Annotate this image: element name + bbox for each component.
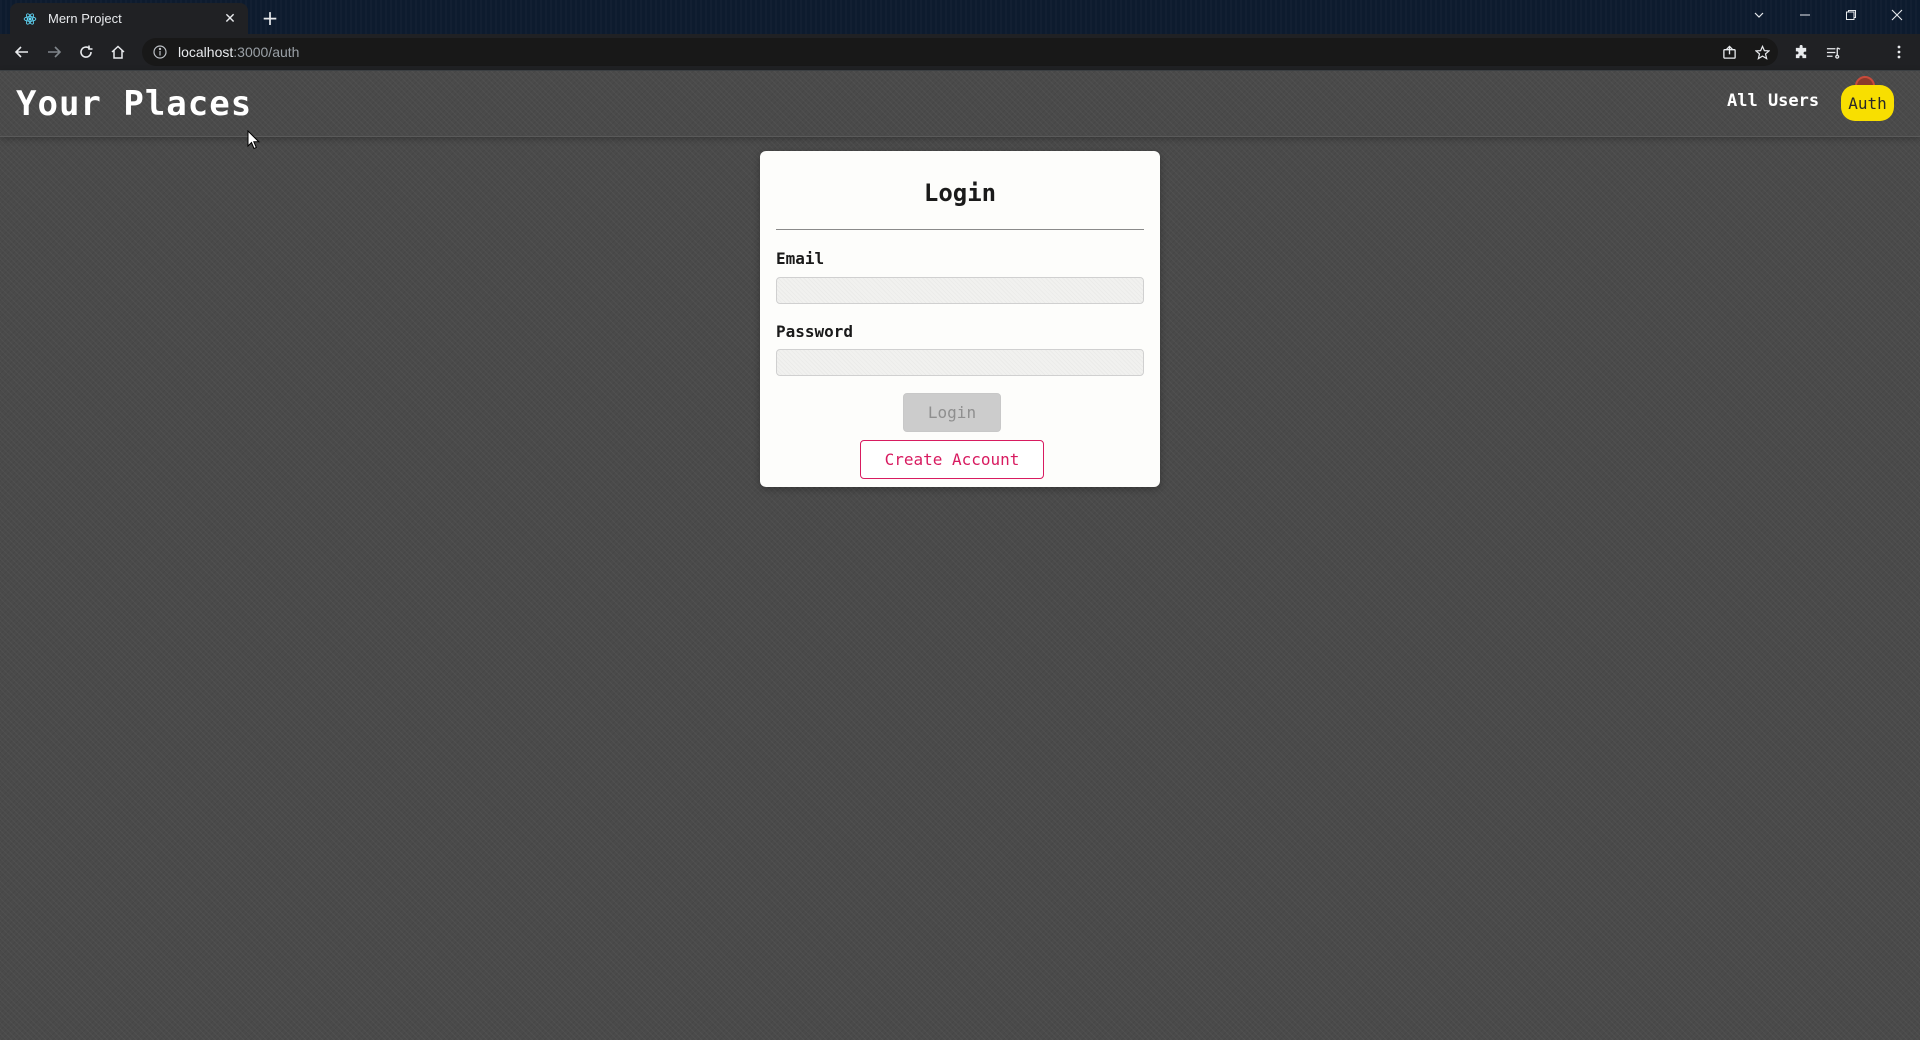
tab-search-icon[interactable] <box>1736 0 1782 30</box>
password-field[interactable] <box>776 349 1144 376</box>
main-header: Your Places All Users Auth <box>0 70 1920 137</box>
nav-all-users[interactable]: All Users <box>1727 91 1819 111</box>
url-path: :3000/auth <box>233 44 300 60</box>
login-card: Login Email Password Login Create Accoun… <box>760 151 1160 487</box>
home-icon[interactable] <box>104 38 132 66</box>
share-icon[interactable] <box>1717 40 1741 64</box>
close-window-icon[interactable] <box>1874 0 1920 30</box>
reload-icon[interactable] <box>72 38 100 66</box>
brand-title[interactable]: Your Places <box>16 84 252 124</box>
browser-toolbar: localhost:3000/auth <box>0 34 1920 96</box>
site-info-icon[interactable] <box>152 44 168 60</box>
card-divider <box>776 229 1144 230</box>
new-tab-button[interactable]: + <box>258 6 282 30</box>
login-title: Login <box>923 179 997 207</box>
email-label: Email <box>776 249 825 268</box>
extensions-icon[interactable] <box>1789 40 1813 64</box>
react-icon <box>22 11 38 27</box>
url-host: localhost <box>178 44 234 60</box>
url-text: localhost:3000/auth <box>178 44 299 60</box>
password-label: Password <box>776 322 854 341</box>
login-button[interactable]: Login <box>903 393 1001 432</box>
minimize-icon[interactable] <box>1782 0 1828 30</box>
email-field[interactable] <box>776 277 1144 304</box>
tab-title: Mern Project <box>48 11 122 26</box>
kebab-menu-icon[interactable] <box>1887 40 1911 64</box>
back-arrow-icon[interactable] <box>8 38 36 66</box>
browser-tab-active[interactable]: Mern Project ✕ <box>10 3 248 34</box>
forward-arrow-icon[interactable] <box>40 38 68 66</box>
tab-close-icon[interactable]: ✕ <box>220 9 240 29</box>
mouse-pointer-icon <box>247 130 261 150</box>
address-bar[interactable]: localhost:3000/auth <box>142 38 1778 66</box>
bookmark-star-icon[interactable] <box>1750 40 1774 64</box>
create-account-button[interactable]: Create Account <box>860 440 1044 479</box>
reading-list-icon[interactable] <box>1821 40 1845 64</box>
restore-icon[interactable] <box>1828 0 1874 30</box>
nav-auth[interactable]: Auth <box>1841 85 1894 121</box>
browser-tabstrip: Mern Project ✕ + <box>0 0 1920 34</box>
